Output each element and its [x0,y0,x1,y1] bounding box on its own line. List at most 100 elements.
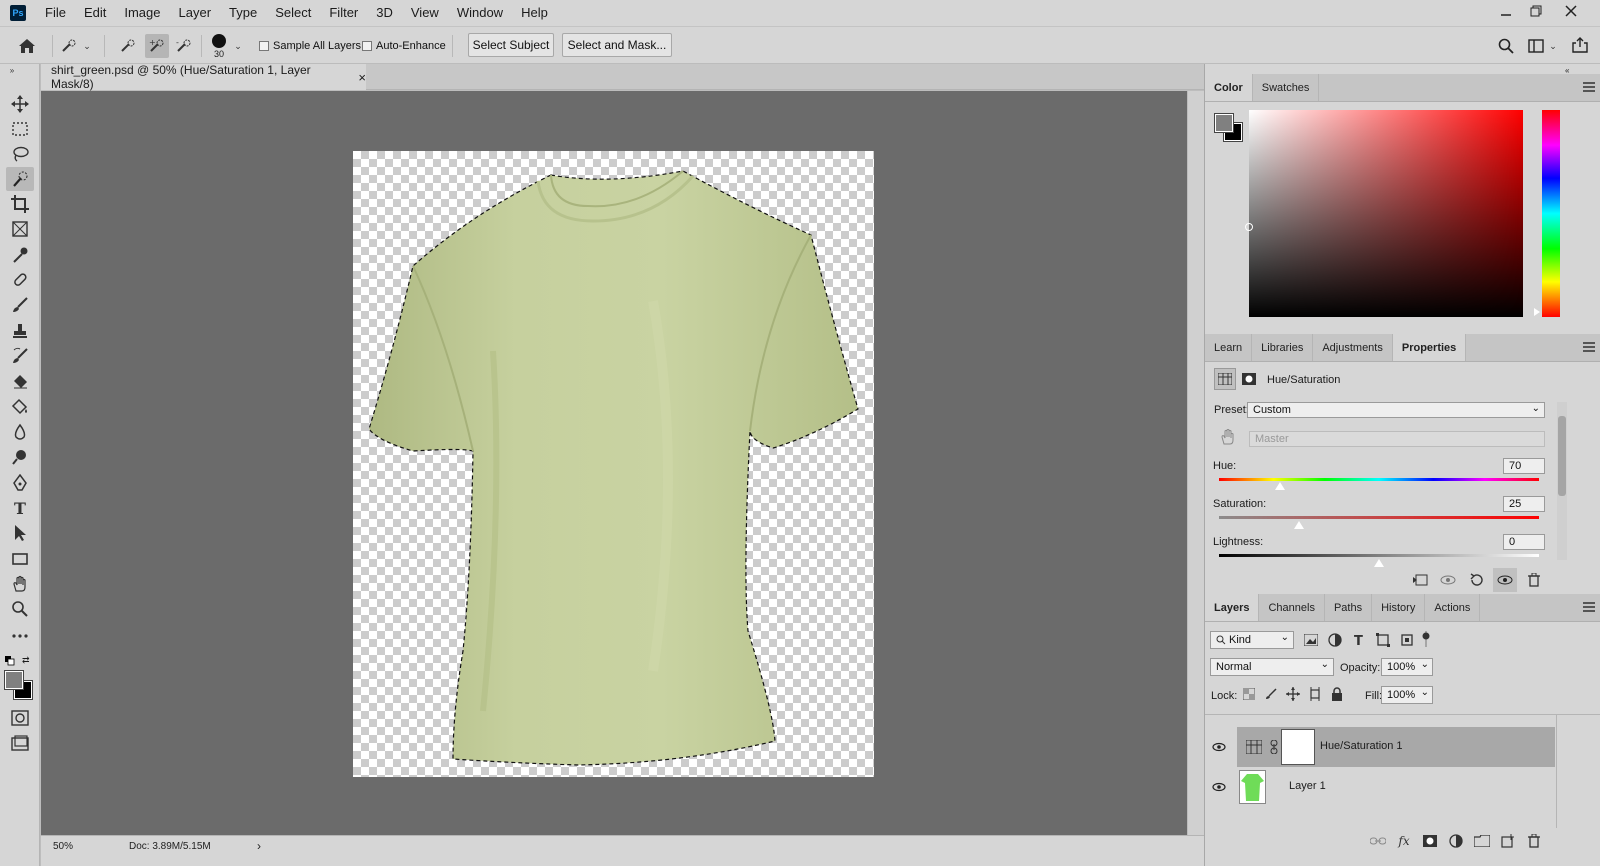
lightness-slider[interactable] [1219,554,1539,557]
sample-all-layers-checkbox[interactable]: Sample All Layers [259,40,361,52]
select-and-mask-button[interactable]: Select and Mask... [562,33,672,57]
menu-image[interactable]: Image [115,0,169,26]
preset-select[interactable]: Custom ⌄ [1247,402,1545,418]
status-expand-icon[interactable]: › [257,839,261,853]
add-mask-icon[interactable] [1421,833,1439,849]
lightness-slider-thumb[interactable] [1374,559,1384,567]
select-subject-button[interactable]: Select Subject [468,33,554,57]
filter-toggle-icon[interactable] [1419,630,1433,648]
restore-icon[interactable] [1521,0,1551,22]
layer-thumbnail[interactable] [1239,770,1266,804]
delete-layer-icon[interactable] [1525,833,1543,849]
rectangle-tool-icon[interactable] [6,547,34,571]
hue-spectrum-marker[interactable] [1534,308,1540,316]
hue-slider-thumb[interactable] [1275,482,1285,490]
toggle-visibility-icon[interactable] [1493,568,1517,592]
tab-libraries[interactable]: Libraries [1252,334,1314,361]
tab-channels[interactable]: Channels [1259,594,1325,621]
menu-file[interactable]: File [36,0,75,26]
minimize-icon[interactable] [1491,0,1521,22]
layer-row[interactable]: Layer 1 [1205,767,1600,807]
eye-icon[interactable] [1211,739,1227,755]
share-icon[interactable] [1570,35,1590,55]
subtract-from-selection-icon[interactable]: - [173,36,195,56]
delete-adjustment-icon[interactable] [1525,572,1543,588]
history-brush-tool-icon[interactable] [6,344,34,368]
fx-icon[interactable]: fx [1395,833,1413,849]
filter-pixel-icon[interactable] [1302,632,1320,648]
saturation-input[interactable]: 25 [1503,496,1545,512]
quick-mask-icon[interactable] [6,706,34,730]
home-icon[interactable] [16,36,38,56]
close-tab-icon[interactable]: × [358,70,366,85]
dodge-tool-icon[interactable] [6,445,34,469]
new-group-icon[interactable] [1473,833,1491,849]
default-colors-icon[interactable] [5,655,15,666]
lock-image-pixels-icon[interactable] [1263,686,1279,702]
view-previous-state-icon[interactable] [1439,572,1457,588]
close-icon[interactable] [1556,0,1586,22]
tab-layers[interactable]: Layers [1205,594,1260,621]
menu-window[interactable]: Window [448,0,512,26]
move-tool-icon[interactable] [6,92,34,116]
clip-to-layer-icon[interactable] [1411,572,1429,588]
new-adjustment-layer-icon[interactable] [1447,833,1465,849]
filter-smart-object-icon[interactable] [1398,632,1416,648]
menu-layer[interactable]: Layer [170,0,221,26]
lasso-tool-icon[interactable] [6,142,34,166]
path-selection-tool-icon[interactable] [6,521,34,545]
layer-name[interactable]: Hue/Saturation 1 [1320,740,1403,752]
menu-filter[interactable]: Filter [320,0,367,26]
screen-mode-icon[interactable] [6,731,34,755]
lock-artboard-icon[interactable] [1307,686,1323,702]
chevron-down-icon[interactable]: ⌄ [82,39,92,53]
color-picker-cursor[interactable] [1245,223,1253,231]
tab-paths[interactable]: Paths [1325,594,1373,621]
zoom-level[interactable]: 50% [53,841,73,852]
tab-actions[interactable]: Actions [1425,594,1481,621]
pen-tool-icon[interactable] [6,471,34,495]
tab-swatches[interactable]: Swatches [1253,74,1320,101]
new-selection-icon[interactable] [117,36,139,56]
document-canvas[interactable] [353,151,874,777]
foreground-color-swatch[interactable] [4,670,24,690]
frame-tool-icon[interactable] [6,217,34,241]
menu-edit[interactable]: Edit [75,0,115,26]
menu-select[interactable]: Select [266,0,320,26]
color-picker-field[interactable] [1245,110,1523,317]
layer-row[interactable]: Hue/Saturation 1 [1205,727,1600,767]
properties-scrollbar-thumb[interactable] [1558,416,1566,496]
filter-adjustment-icon[interactable] [1326,632,1344,648]
hue-spectrum-slider[interactable] [1542,110,1560,317]
canvas-area[interactable] [41,91,1187,835]
link-layers-icon[interactable] [1369,833,1387,849]
opacity-input[interactable]: 100% ⌄ [1381,658,1433,676]
brush-size-icon[interactable] [210,32,228,50]
panel-menu-icon[interactable] [1583,82,1595,92]
tab-adjustments[interactable]: Adjustments [1313,334,1393,361]
type-tool-icon[interactable]: T [6,496,34,520]
zoom-tool-icon[interactable] [6,597,34,621]
properties-scrollbar[interactable] [1557,402,1567,560]
eraser-tool-icon[interactable] [6,369,34,393]
tab-color[interactable]: Color [1205,74,1253,101]
marquee-tool-icon[interactable] [6,117,34,141]
mask-icon[interactable] [1240,370,1258,388]
tab-learn[interactable]: Learn [1205,334,1253,361]
hue-slider[interactable] [1219,478,1539,481]
menu-help[interactable]: Help [512,0,557,26]
fill-input[interactable]: 100% ⌄ [1381,686,1433,704]
blur-tool-icon[interactable] [6,420,34,444]
adjustment-icon[interactable] [1214,368,1236,390]
layer-name[interactable]: Layer 1 [1289,780,1326,792]
saturation-slider-thumb[interactable] [1294,521,1304,529]
foreground-color-swatch[interactable] [1214,113,1234,133]
filter-shape-icon[interactable] [1374,632,1392,648]
chain-link-icon[interactable] [1269,739,1279,755]
paint-bucket-tool-icon[interactable] [6,395,34,419]
lock-position-icon[interactable] [1285,686,1301,702]
crop-tool-icon[interactable] [6,192,34,216]
new-layer-icon[interactable] [1499,833,1517,849]
add-to-selection-icon[interactable]: + [145,34,169,58]
lightness-input[interactable]: 0 [1503,534,1545,550]
